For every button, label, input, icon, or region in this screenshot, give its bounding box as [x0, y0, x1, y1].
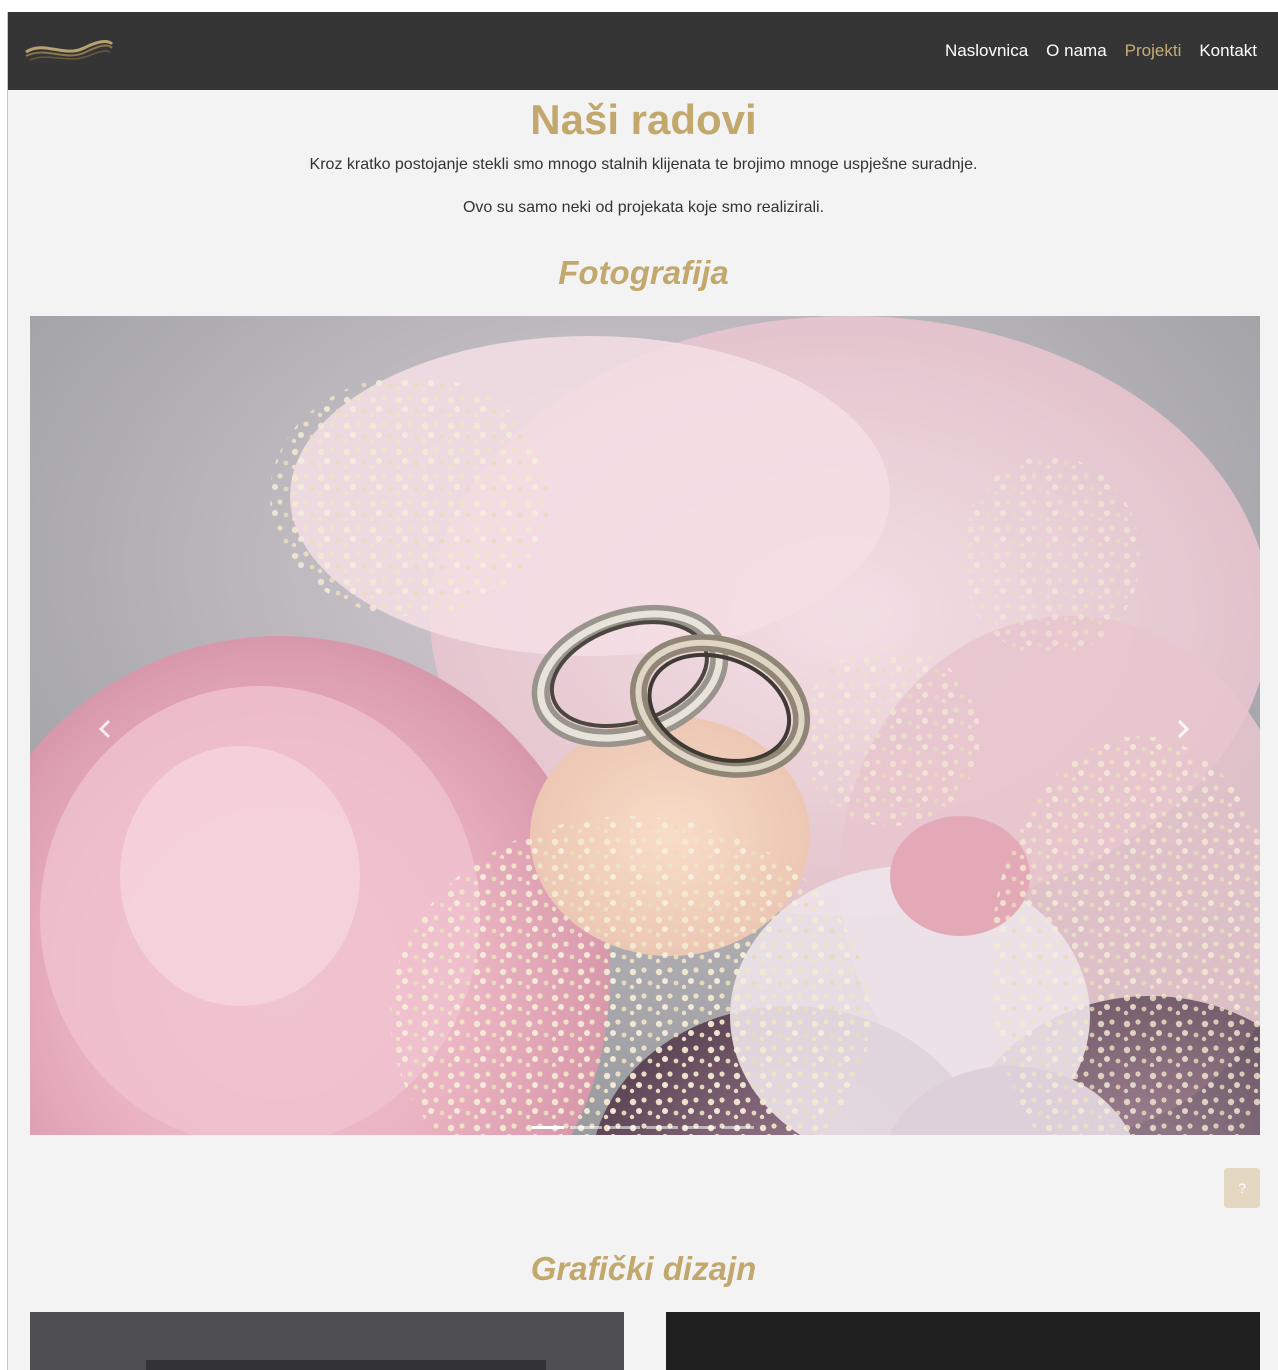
nav-item-projekti[interactable]: Projekti: [1125, 41, 1182, 61]
chevron-right-icon: [1177, 719, 1190, 739]
page-frame: Naslovnica O nama Projekti Kontakt Naši …: [7, 12, 1278, 1370]
section-title-fotografija: Fotografija: [558, 254, 729, 291]
navbar: Naslovnica O nama Projekti Kontakt: [8, 12, 1278, 90]
nav-links: Naslovnica O nama Projekti Kontakt: [945, 12, 1257, 90]
chevron-left-icon: [98, 719, 111, 739]
photo-carousel[interactable]: [30, 316, 1260, 1135]
carousel-slide-image: [30, 316, 1260, 1135]
nav-item-naslovnica[interactable]: Naslovnica: [945, 41, 1028, 61]
design-project-thumbnail[interactable]: [666, 1312, 1260, 1370]
carousel-indicator[interactable]: [532, 1126, 564, 1129]
intro-paragraph: Kroz kratko postojanje stekli smo mnogo …: [309, 156, 978, 173]
carousel-indicator[interactable]: [684, 1126, 716, 1129]
page-title: Naši radovi: [530, 96, 757, 143]
carousel-prev-button[interactable]: [90, 714, 120, 744]
logo[interactable]: [24, 32, 114, 66]
carousel-indicator[interactable]: [608, 1126, 640, 1129]
intro-paragraph-secondary: Ovo su samo neki od projekata koje smo r…: [462, 199, 825, 216]
section-title-graficki-dizajn: Grafički dizajn: [530, 1250, 757, 1287]
carousel-indicator[interactable]: [646, 1126, 678, 1129]
carousel-indicators: [532, 1126, 754, 1129]
thumbnail-image-detail: [146, 1360, 546, 1370]
nav-item-o-nama[interactable]: O nama: [1046, 41, 1106, 61]
help-button[interactable]: ?: [1224, 1168, 1260, 1208]
carousel-indicator[interactable]: [722, 1126, 754, 1129]
carousel-next-button[interactable]: [1168, 714, 1198, 744]
design-project-thumbnail[interactable]: [30, 1312, 624, 1370]
carousel-indicator[interactable]: [570, 1126, 602, 1129]
nav-item-kontakt[interactable]: Kontakt: [1199, 41, 1257, 61]
